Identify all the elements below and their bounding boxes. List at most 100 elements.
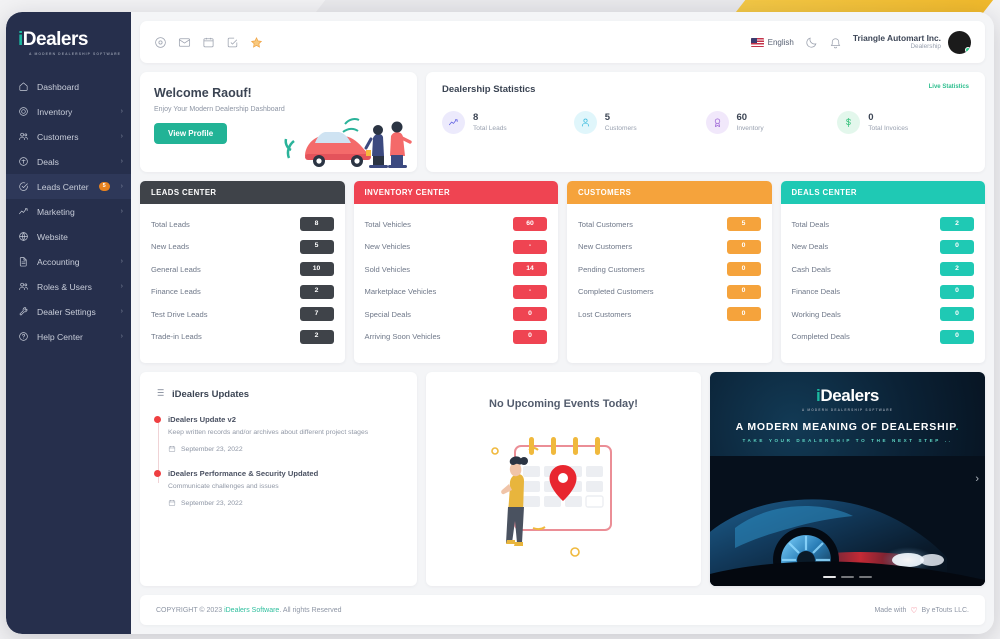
sidebar-item-label: Marketing — [37, 207, 110, 217]
sidebar-item-deals[interactable]: Deals› — [6, 149, 131, 174]
row-value-pill: 0 — [513, 330, 547, 344]
center-card-row[interactable]: New Leads5 — [151, 236, 334, 259]
stat-customers: 5Customers — [574, 111, 706, 134]
center-card-row[interactable]: Lost Customers0 — [578, 303, 761, 326]
center-card-body: Total Vehicles60New Vehicles-Sold Vehicl… — [354, 204, 559, 354]
center-card-title: INVENTORY CENTER — [354, 181, 559, 204]
center-card-row[interactable]: Special Deals0 — [365, 303, 548, 326]
topbar-quick-icons — [154, 36, 263, 49]
stat-label: Inventory — [737, 125, 764, 132]
promo-car-image — [710, 456, 985, 586]
sidebar-item-help-center[interactable]: Help Center› — [6, 324, 131, 349]
center-card-row[interactable]: Total Deals2 — [792, 213, 975, 236]
star-icon[interactable] — [250, 36, 263, 49]
center-card-body: Total Customers5New Customers0Pending Cu… — [567, 204, 772, 332]
center-card-row[interactable]: Arriving Soon Vehicles 0 — [365, 326, 548, 349]
bell-icon[interactable] — [829, 36, 842, 49]
center-card-row[interactable]: Marketplace Vehicles- — [365, 281, 548, 304]
list-icon — [154, 385, 165, 403]
center-card-row[interactable]: Completed Customers0 — [578, 281, 761, 304]
sidebar-item-website[interactable]: Website — [6, 224, 131, 249]
center-card-row[interactable]: Finance Deals0 — [792, 281, 975, 304]
chevron-right-icon: › — [121, 283, 123, 290]
center-card-body: Total Deals2New Deals0Cash Deals2Finance… — [781, 204, 986, 354]
stat-value: 5 — [605, 113, 637, 123]
center-card-row[interactable]: New Deals0 — [792, 236, 975, 259]
top-bar: English Triangle Automart Inc. Dealershi… — [140, 21, 985, 63]
sidebar-logo[interactable]: iDealers A MODERN DEALERSHIP SOFTWARE — [6, 26, 131, 72]
center-card-row[interactable]: New Customers0 — [578, 236, 761, 259]
sidebar-item-roles-users[interactable]: Roles & Users› — [6, 274, 131, 299]
center-card-row[interactable]: Cash Deals2 — [792, 258, 975, 281]
update-item[interactable]: iDealers Performance & Security UpdatedC… — [168, 469, 403, 509]
update-item[interactable]: iDealers Update v2Keep written records a… — [168, 415, 403, 455]
sidebar-item-accounting[interactable]: Accounting› — [6, 249, 131, 274]
center-card-row[interactable]: General Leads10 — [151, 258, 334, 281]
center-card-row[interactable]: Total Leads8 — [151, 213, 334, 236]
envelope-icon[interactable] — [178, 36, 191, 49]
target-icon[interactable] — [154, 36, 167, 49]
made-with-prefix: Made with — [874, 607, 906, 614]
sidebar-item-label: Dashboard — [37, 82, 123, 92]
center-card-row[interactable]: Total Vehicles60 — [365, 213, 548, 236]
promo-dot-2[interactable] — [841, 576, 854, 578]
calendar-icon[interactable] — [202, 36, 215, 49]
center-card-row[interactable]: Sold Vehicles14 — [365, 258, 548, 281]
row-label: New Leads — [151, 242, 189, 251]
user-menu[interactable]: Triangle Automart Inc. Dealership — [853, 31, 971, 54]
user-icon — [574, 111, 597, 134]
sidebar-item-dashboard[interactable]: Dashboard — [6, 74, 131, 99]
moon-icon[interactable] — [805, 36, 818, 49]
sidebar-item-dealer-settings[interactable]: Dealer Settings› — [6, 299, 131, 324]
center-card-row[interactable]: Working Deals0 — [792, 303, 975, 326]
row-value-pill: 2 — [940, 217, 974, 231]
center-card-row[interactable]: Test Drive Leads7 — [151, 303, 334, 326]
stat-value: 8 — [473, 113, 507, 123]
sidebar-item-customers[interactable]: Customers› — [6, 124, 131, 149]
center-card-customers: CUSTOMERSTotal Customers5New Customers0P… — [567, 181, 772, 363]
center-card-row[interactable]: New Vehicles- — [365, 236, 548, 259]
update-date: September 23, 2022 — [181, 500, 243, 507]
center-card-row[interactable]: Pending Customers0 — [578, 258, 761, 281]
center-card-row[interactable]: Trade-in Leads 2 — [151, 326, 334, 349]
center-card-row[interactable]: Total Customers5 — [578, 213, 761, 236]
promo-banner[interactable]: iDealers A MODERN DEALERSHIP SOFTWARE A … — [710, 372, 985, 586]
stat-text: 8Total Leads — [473, 113, 507, 132]
row-label: Trade-in Leads — [151, 332, 202, 341]
sidebar-item-label: Help Center — [37, 332, 110, 342]
avatar[interactable] — [948, 31, 971, 54]
sidebar-badge: 5 — [99, 182, 110, 191]
row-value-pill: 0 — [513, 307, 547, 321]
statistics-card: Dealership Statistics Live Statistics 8T… — [426, 72, 985, 172]
row-label: General Leads — [151, 265, 201, 274]
update-description: Communicate challenges and issues — [168, 482, 396, 492]
row-value-pill: 0 — [940, 330, 974, 344]
promo-next-arrow[interactable]: › — [975, 473, 979, 485]
row-value-pill: 2 — [300, 330, 334, 344]
live-statistics-link[interactable]: Live Statistics — [929, 84, 969, 90]
row-value-pill: 0 — [940, 285, 974, 299]
idealers-software-link[interactable]: iDealers Software — [224, 607, 279, 614]
dashboard-row-top: Welcome Raouf! Enjoy Your Modern Dealers… — [140, 72, 985, 172]
row-value-pill: 2 — [940, 262, 974, 276]
update-bullet-icon — [154, 470, 161, 477]
sidebar-item-inventory[interactable]: Inventory› — [6, 99, 131, 124]
sidebar-item-marketing[interactable]: Marketing› — [6, 199, 131, 224]
row-label: Pending Customers — [578, 265, 645, 274]
language-selector[interactable]: English — [751, 38, 794, 47]
user-role: Dealership — [853, 43, 941, 51]
center-card-row[interactable]: Finance Leads2 — [151, 281, 334, 304]
row-label: Arriving Soon Vehicles — [365, 332, 441, 341]
promo-dot-1[interactable] — [823, 576, 836, 578]
updates-card: iDealers Updates iDealers Update v2Keep … — [140, 372, 417, 586]
center-card-row[interactable]: Completed Deals0 — [792, 326, 975, 349]
tasks-icon[interactable] — [226, 36, 239, 49]
chart-icon — [18, 206, 29, 217]
calendar-icon — [168, 499, 176, 509]
row-label: New Deals — [792, 242, 829, 251]
center-card-title: DEALS CENTER — [781, 181, 986, 204]
view-profile-button[interactable]: View Profile — [154, 123, 227, 144]
sidebar-item-leads-center[interactable]: Leads Center5› — [6, 174, 131, 199]
chevron-right-icon: › — [121, 258, 123, 265]
promo-dot-3[interactable] — [859, 576, 872, 578]
